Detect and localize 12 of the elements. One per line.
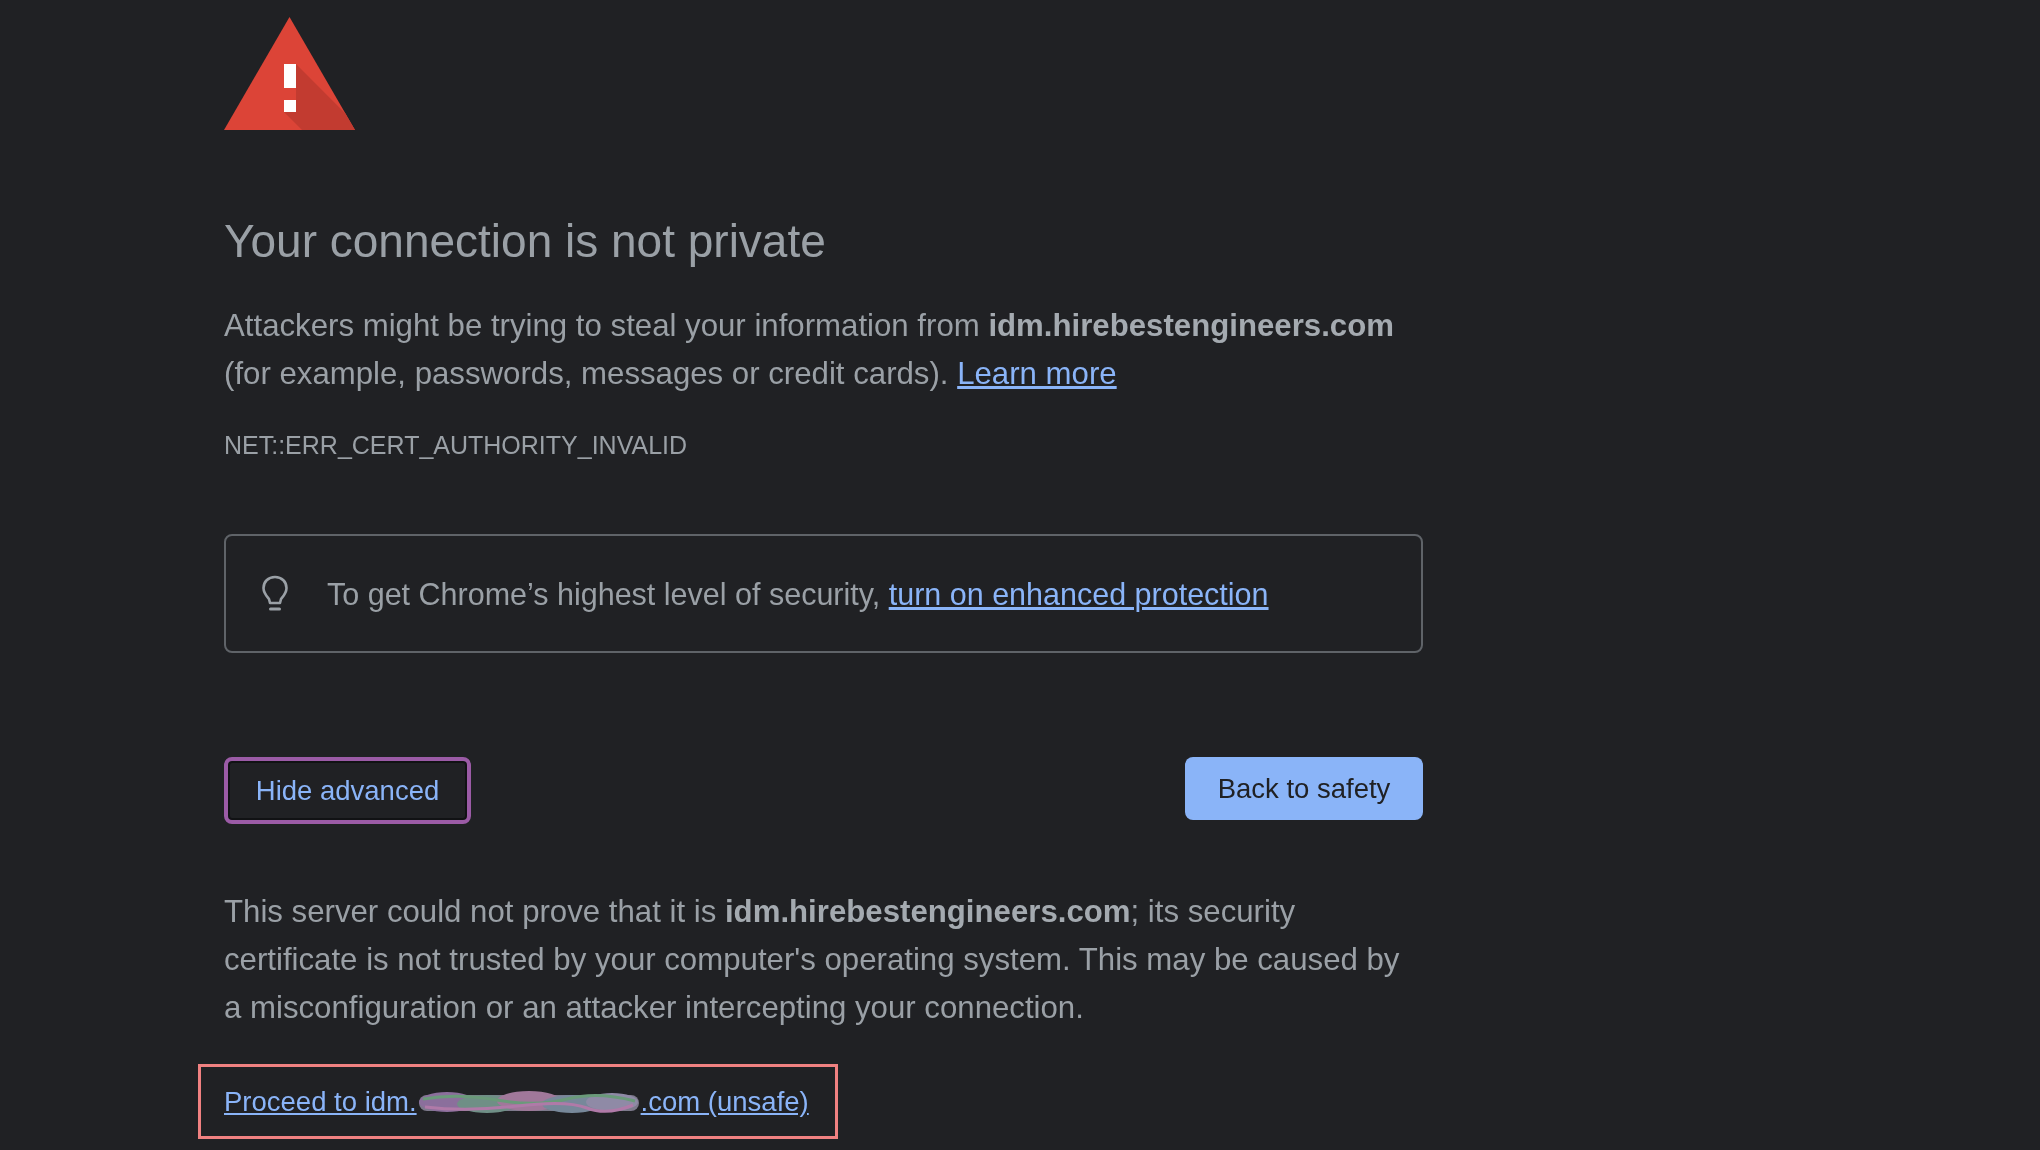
enhanced-protection-link[interactable]: turn on enhanced protection [888, 576, 1269, 611]
warning-message: Attackers might be trying to steal your information from idm.hirebestengineers.com (for example, passwords, messages or credit cards). Learn more [224, 307, 1395, 393]
warning-triangle-icon [224, 17, 355, 130]
error-code: NET::ERR_CERT_AUTHORITY_INVALID [224, 430, 689, 460]
proceed-unsafe-link[interactable]: Proceed to idm. .com (unsafe) [224, 1080, 809, 1123]
hide-advanced-button[interactable]: Hide advanced [224, 757, 471, 824]
back-to-safety-button[interactable]: Back to safety [1185, 757, 1423, 820]
lightbulb-icon [261, 574, 289, 613]
details-message: This server could not prove that it is idm.hirebestengineers.com; its security certificate is not trusted by your computer's operating system. This may be caused by a misconfiguration or an attacker intercepting your connection. [224, 893, 1401, 1027]
learn-more-link[interactable]: Learn more [957, 356, 1117, 391]
protection-tip-text: To get Chrome’s highest level of security, turn on enhanced protection [327, 575, 1269, 612]
page-heading: Your connection is not private [224, 214, 827, 269]
